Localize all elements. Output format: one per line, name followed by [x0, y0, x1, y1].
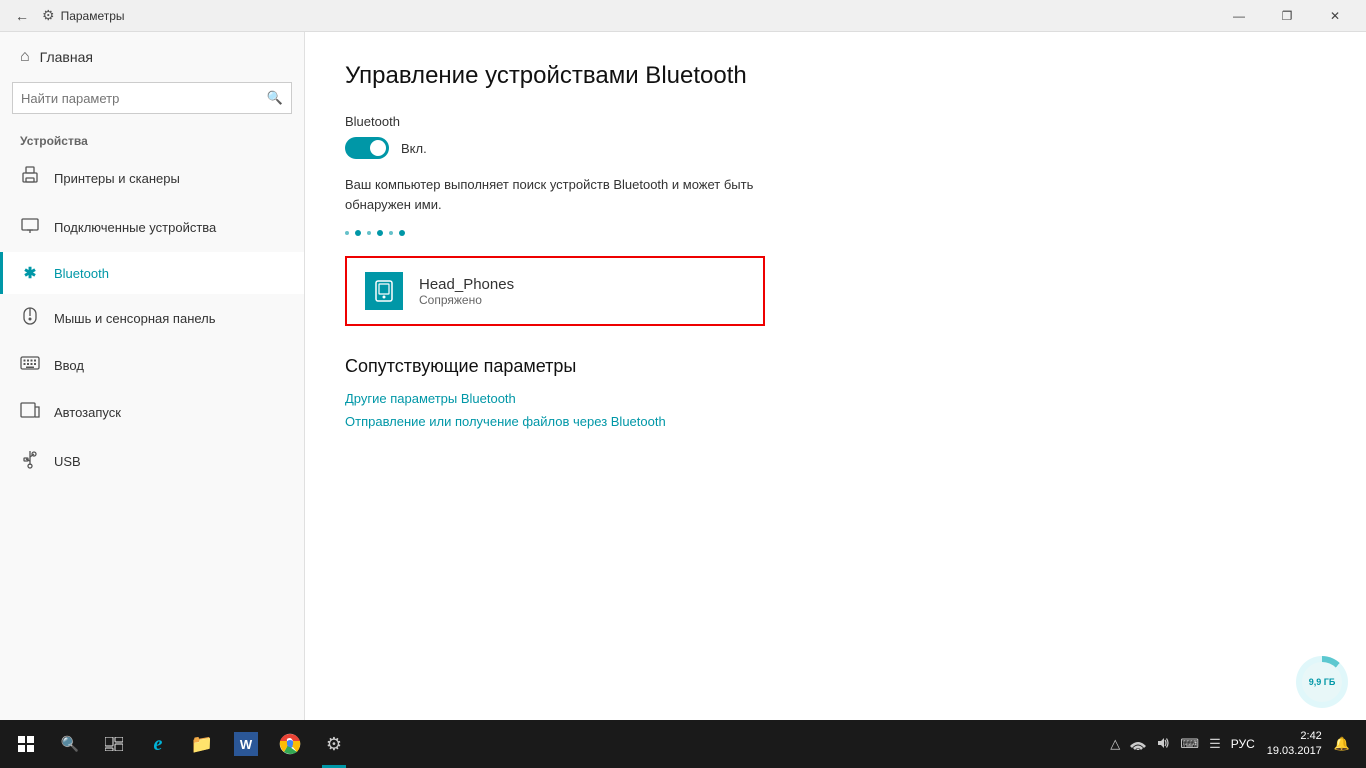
- mouse-icon: [20, 306, 40, 331]
- search-box: 🔍: [12, 82, 292, 114]
- sidebar-item-usb[interactable]: USB: [0, 437, 304, 486]
- toggle-state-label: Вкл.: [401, 141, 427, 156]
- restore-button[interactable]: ❐: [1264, 0, 1310, 32]
- volume-icon[interactable]: [1152, 736, 1174, 753]
- sidebar-label-bluetooth: Bluetooth: [54, 266, 109, 281]
- language-indicator: РУС: [1227, 737, 1259, 751]
- settings-icon: ⚙: [42, 7, 55, 24]
- device-info: Head_Phones Сопряжено: [419, 276, 514, 307]
- taskbar-pinned-apps: e 📁 W: [136, 720, 356, 768]
- task-view-button[interactable]: [92, 720, 136, 768]
- sidebar: ⌂ Главная 🔍 Устройства Принтеры и сканер…: [0, 32, 305, 720]
- dot-3: [367, 231, 371, 235]
- taskbar-chrome[interactable]: [268, 720, 312, 768]
- minimize-button[interactable]: —: [1216, 0, 1262, 32]
- start-button[interactable]: [4, 720, 48, 768]
- taskbar-right: △ ⌨ ☰ РУС 2:42 19.03.2017 🔔: [1106, 729, 1362, 760]
- sidebar-section-title: Устройства: [0, 128, 304, 154]
- clock-time: 2:42: [1267, 729, 1322, 744]
- bluetooth-toggle[interactable]: [345, 137, 389, 159]
- device-name: Head_Phones: [419, 276, 514, 293]
- action-center-icon[interactable]: ☰: [1205, 736, 1225, 752]
- sidebar-home[interactable]: ⌂ Главная: [0, 32, 304, 82]
- edge-icon: e: [146, 732, 170, 756]
- back-button[interactable]: ←: [8, 2, 36, 30]
- related-link-1[interactable]: Другие параметры Bluetooth: [345, 391, 1326, 406]
- search-icon: 🔍: [267, 90, 283, 106]
- sidebar-item-connected[interactable]: Подключенные устройства: [0, 203, 304, 252]
- dot-1: [345, 231, 349, 235]
- taskbar-explorer[interactable]: 📁: [180, 720, 224, 768]
- settings-taskbar-icon: ⚙: [322, 732, 346, 756]
- dot-5: [389, 231, 393, 235]
- bluetooth-label: Bluetooth: [345, 114, 1326, 129]
- network-icon[interactable]: [1126, 736, 1150, 753]
- disk-indicator: 9,9 ГБ: [1296, 656, 1348, 708]
- toggle-row: Вкл.: [345, 137, 1326, 159]
- autorun-icon: [20, 400, 40, 425]
- related-link-2[interactable]: Отправление или получение файлов через B…: [345, 414, 1326, 429]
- sidebar-label-mouse: Мышь и сенсорная панель: [54, 311, 216, 326]
- connected-icon: [20, 215, 40, 240]
- bluetooth-icon: ✱: [20, 264, 40, 282]
- related-title: Сопутствующие параметры: [345, 356, 1326, 377]
- search-input[interactable]: [21, 91, 267, 106]
- explorer-icon: 📁: [190, 732, 214, 756]
- window-controls: — ❐ ✕: [1216, 0, 1358, 32]
- page-title: Управление устройствами Bluetooth: [345, 62, 1326, 90]
- usb-icon: [20, 449, 40, 474]
- sidebar-label-printers: Принтеры и сканеры: [54, 171, 180, 186]
- taskbar: 🔍 e 📁 W: [0, 720, 1366, 768]
- device-status: Сопряжено: [419, 293, 514, 307]
- dot-4: [377, 230, 383, 236]
- titlebar: ← ⚙ Параметры — ❐ ✕: [0, 0, 1366, 32]
- chrome-icon: [278, 732, 302, 756]
- app-title: Параметры: [61, 9, 125, 23]
- home-label: Главная: [40, 49, 93, 65]
- sidebar-item-mouse[interactable]: Мышь и сенсорная панель: [0, 294, 304, 343]
- word-icon: W: [234, 732, 258, 756]
- app-body: ⌂ Главная 🔍 Устройства Принтеры и сканер…: [0, 32, 1366, 720]
- sidebar-label-usb: USB: [54, 454, 81, 469]
- taskbar-clock[interactable]: 2:42 19.03.2017: [1261, 729, 1328, 760]
- sidebar-item-printers[interactable]: Принтеры и сканеры: [0, 154, 304, 203]
- taskbar-word[interactable]: W: [224, 720, 268, 768]
- scanning-animation: [345, 230, 1326, 236]
- close-button[interactable]: ✕: [1312, 0, 1358, 32]
- sidebar-item-bluetooth[interactable]: ✱ Bluetooth: [0, 252, 304, 294]
- notification-icon[interactable]: 🔔: [1330, 736, 1354, 752]
- taskbar-edge[interactable]: e: [136, 720, 180, 768]
- dot-2: [355, 230, 361, 236]
- sidebar-item-input[interactable]: Ввод: [0, 343, 304, 388]
- clock-date: 19.03.2017: [1267, 744, 1322, 759]
- device-card[interactable]: Head_Phones Сопряжено: [345, 256, 765, 326]
- device-icon: [365, 272, 403, 310]
- taskbar-settings[interactable]: ⚙: [312, 720, 356, 768]
- taskbar-search-button[interactable]: 🔍: [48, 720, 92, 768]
- sidebar-label-connected: Подключенные устройства: [54, 220, 216, 235]
- keyboard-lang-icon[interactable]: ⌨: [1176, 736, 1203, 752]
- sidebar-item-autorun[interactable]: Автозапуск: [0, 388, 304, 437]
- sidebar-label-autorun: Автозапуск: [54, 405, 121, 420]
- main-content: Управление устройствами Bluetooth Blueto…: [305, 32, 1366, 720]
- disk-label: 9,9 ГБ: [1302, 662, 1342, 702]
- tray-arrow-icon[interactable]: △: [1106, 736, 1124, 752]
- bluetooth-description: Ваш компьютер выполняет поиск устройств …: [345, 175, 765, 214]
- home-icon: ⌂: [20, 48, 30, 66]
- dot-6: [399, 230, 405, 236]
- keyboard-icon: [20, 355, 40, 376]
- printer-icon: [20, 166, 40, 191]
- sidebar-label-input: Ввод: [54, 358, 84, 373]
